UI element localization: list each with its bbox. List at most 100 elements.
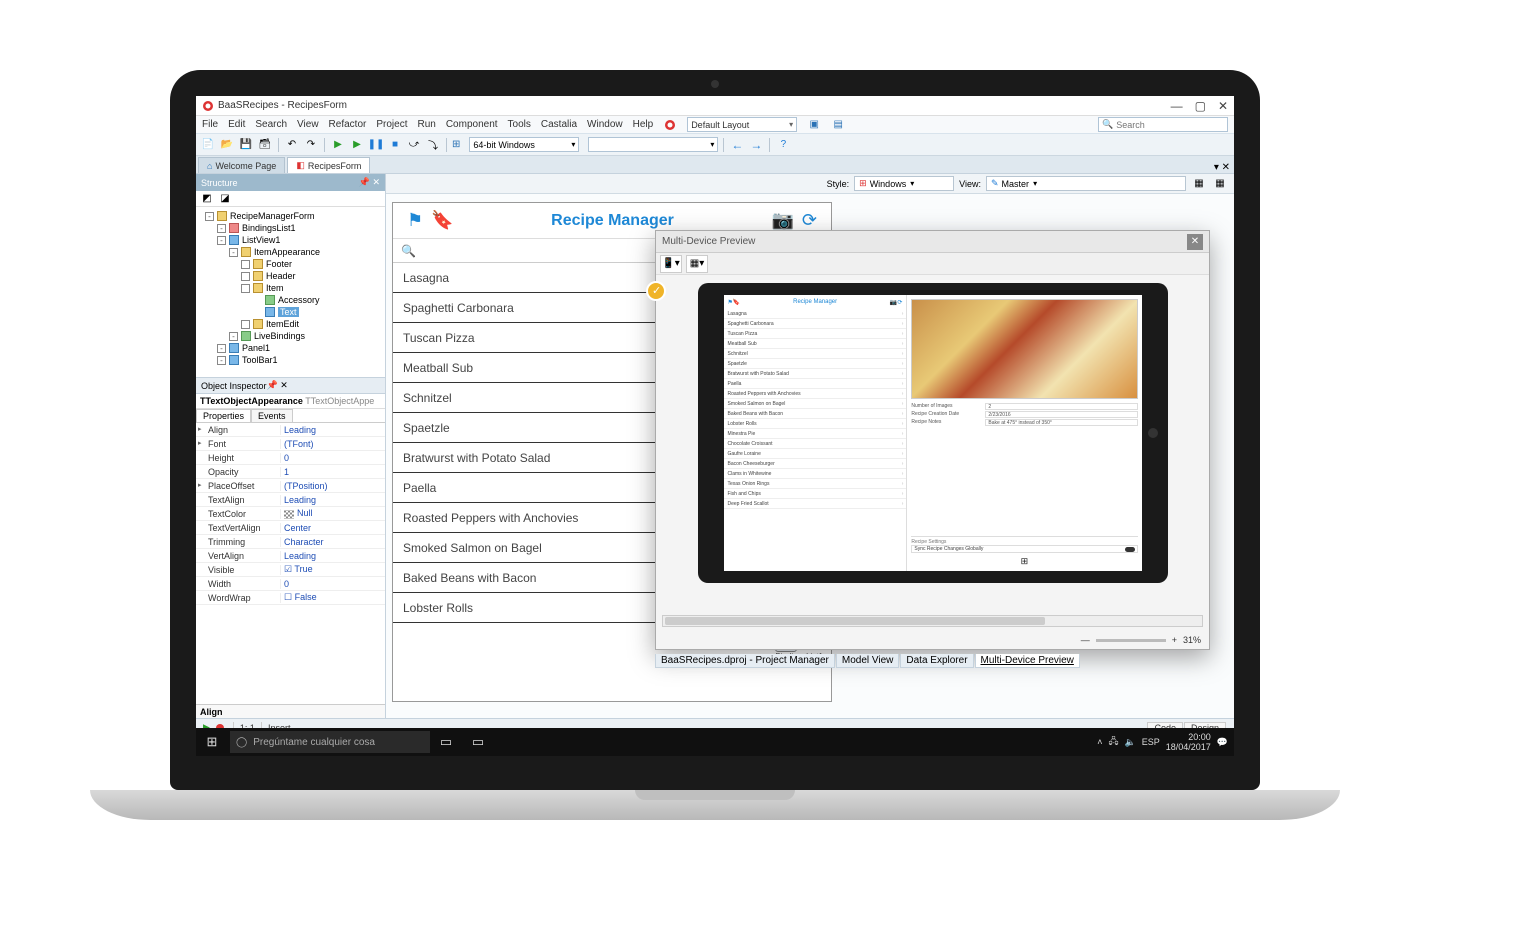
menu-tools[interactable]: Tools	[508, 119, 531, 130]
layout-save-icon[interactable]: ▣	[807, 118, 821, 132]
property-row[interactable]: AlignLeading	[196, 423, 385, 437]
close-button[interactable]: ✕	[1218, 99, 1228, 113]
tree-node[interactable]: -BindingsList1	[198, 222, 383, 234]
menu-project[interactable]: Project	[376, 119, 407, 130]
tray-notif-icon[interactable]: 💬	[1217, 737, 1228, 748]
minimize-button[interactable]: —	[1171, 99, 1183, 113]
menu-view[interactable]: View	[297, 119, 319, 130]
save-icon[interactable]: 💾	[238, 137, 254, 153]
stop-icon[interactable]: ■	[387, 137, 403, 153]
step-over-icon[interactable]: ⤻	[406, 137, 422, 153]
preview-grid-btn[interactable]: ▦▾	[686, 255, 708, 273]
tab-close-icon[interactable]: ▾ ✕	[1210, 162, 1234, 173]
layout-delete-icon[interactable]: ▤	[831, 118, 845, 132]
tree-node[interactable]: -RecipeManagerForm	[198, 210, 383, 222]
property-row[interactable]: TrimmingCharacter	[196, 535, 385, 549]
tree-node[interactable]: -ListView1	[198, 234, 383, 246]
property-row[interactable]: WordWrap☐ False	[196, 591, 385, 605]
tray-clock[interactable]: 20:0018/04/2017	[1166, 732, 1211, 752]
property-row[interactable]: TextColorNull	[196, 507, 385, 521]
style-combo[interactable]: ⊞Windows	[854, 176, 954, 191]
preview-zoom[interactable]: —+31%	[1081, 635, 1201, 645]
tray-vol-icon[interactable]: 🔈	[1125, 737, 1136, 748]
view-btn1[interactable]: ▦	[1191, 176, 1207, 192]
tree-node[interactable]: -Panel1	[198, 342, 383, 354]
forward-icon[interactable]: →	[748, 137, 764, 153]
step-into-icon[interactable]: ⤵	[425, 137, 441, 153]
app-taskbar-icon[interactable]: ▭	[462, 728, 494, 756]
taskview-icon[interactable]: ▭	[430, 728, 462, 756]
redo-icon[interactable]: ↷	[303, 137, 319, 153]
bookmark-icon[interactable]: 🔖	[431, 210, 453, 231]
menu-refactor[interactable]: Refactor	[329, 119, 367, 130]
property-row[interactable]: Visible☑ True	[196, 563, 385, 577]
tree-node[interactable]: Header	[198, 270, 383, 282]
property-row[interactable]: Height0	[196, 451, 385, 465]
tab-data-explorer[interactable]: Data Explorer	[900, 654, 973, 668]
undo-icon[interactable]: ↶	[284, 137, 300, 153]
tab-events[interactable]: Events	[251, 409, 293, 422]
property-row[interactable]: VertAlignLeading	[196, 549, 385, 563]
view-btn2[interactable]: ▦	[1212, 176, 1228, 192]
property-row[interactable]: TextVertAlignCenter	[196, 521, 385, 535]
tab-project-manager[interactable]: BaaSRecipes.dproj - Project Manager	[655, 654, 835, 668]
preview-scrollbar[interactable]	[662, 615, 1203, 627]
layout-combo[interactable]: Default Layout	[687, 117, 797, 132]
inspector-pin-icon[interactable]: 📌 ✕	[267, 380, 288, 391]
property-grid[interactable]: AlignLeadingFont(TFont)Height0Opacity1Pl…	[196, 423, 385, 704]
start-button[interactable]: ⊞	[196, 728, 228, 756]
menu-run[interactable]: Run	[417, 119, 435, 130]
menu-search[interactable]: Search	[255, 119, 287, 130]
tree-node[interactable]: -ItemAppearance	[198, 246, 383, 258]
tree-node[interactable]: Text	[198, 306, 383, 318]
tab-form[interactable]: ◧RecipesForm	[287, 157, 370, 173]
tray-up-icon[interactable]: ˄	[1097, 737, 1102, 747]
preview-window[interactable]: Multi-Device Preview ✕ 📱▾ ▦▾ ⚑🔖Recipe Ma…	[655, 230, 1210, 650]
tree-node[interactable]: -LiveBindings	[198, 330, 383, 342]
struct-btn2[interactable]: ◪	[217, 191, 233, 207]
ide-search-input[interactable]: 🔍 Search	[1098, 117, 1228, 132]
device-combo[interactable]	[588, 137, 718, 152]
inspector-object[interactable]: TTextObjectAppearance TTextObjectAppe	[196, 394, 385, 409]
help-icon[interactable]: ?	[775, 137, 791, 153]
back-icon[interactable]: ←	[729, 137, 745, 153]
maximize-button[interactable]: ▢	[1195, 99, 1206, 113]
property-row[interactable]: Width0	[196, 577, 385, 591]
tree-node[interactable]: Footer	[198, 258, 383, 270]
saveall-icon[interactable]: 🗃	[257, 137, 273, 153]
platform-combo[interactable]: 64-bit Windows	[469, 137, 579, 152]
menu-edit[interactable]: Edit	[228, 119, 245, 130]
run-nodebug-icon[interactable]: ▶	[349, 137, 365, 153]
menu-help[interactable]: Help	[633, 119, 654, 130]
tree-node[interactable]: Item	[198, 282, 383, 294]
tray-lang[interactable]: ESP	[1142, 737, 1160, 747]
run-icon[interactable]: ▶	[330, 137, 346, 153]
struct-btn1[interactable]: ◩	[199, 191, 215, 207]
pin-icon[interactable]: 📌 ✕	[359, 177, 380, 188]
camera-icon[interactable]: 📷	[771, 210, 793, 231]
menu-castalia[interactable]: Castalia	[541, 119, 577, 130]
menu-window[interactable]: Window	[587, 119, 623, 130]
structure-tree[interactable]: -RecipeManagerForm-BindingsList1-ListVie…	[196, 207, 385, 377]
property-row[interactable]: PlaceOffset(TPosition)	[196, 479, 385, 493]
tray-net-icon[interactable]: 🖧	[1108, 734, 1118, 750]
preview-device-btn[interactable]: 📱▾	[660, 255, 682, 273]
tab-properties[interactable]: Properties	[196, 409, 251, 422]
open-icon[interactable]: 📂	[219, 137, 235, 153]
tab-welcome[interactable]: ⌂Welcome Page	[198, 157, 285, 173]
refresh-icon[interactable]: ⟳	[802, 210, 817, 231]
tree-node[interactable]: ItemEdit	[198, 318, 383, 330]
property-row[interactable]: Opacity1	[196, 465, 385, 479]
new-icon[interactable]: 📄	[200, 137, 216, 153]
menu-component[interactable]: Component	[446, 119, 498, 130]
pause-icon[interactable]: ❚❚	[368, 137, 384, 153]
tab-model-view[interactable]: Model View	[836, 654, 900, 668]
property-row[interactable]: TextAlignLeading	[196, 493, 385, 507]
property-row[interactable]: Font(TFont)	[196, 437, 385, 451]
tab-multi-device[interactable]: Multi-Device Preview	[975, 654, 1080, 668]
preview-close-button[interactable]: ✕	[1187, 234, 1203, 250]
menu-file[interactable]: File	[202, 119, 218, 130]
cortana-search[interactable]: ◯ Pregúntame cualquier cosa	[230, 731, 430, 753]
tree-node[interactable]: -ToolBar1	[198, 354, 383, 366]
flag-icon[interactable]: ⚑	[407, 210, 423, 231]
